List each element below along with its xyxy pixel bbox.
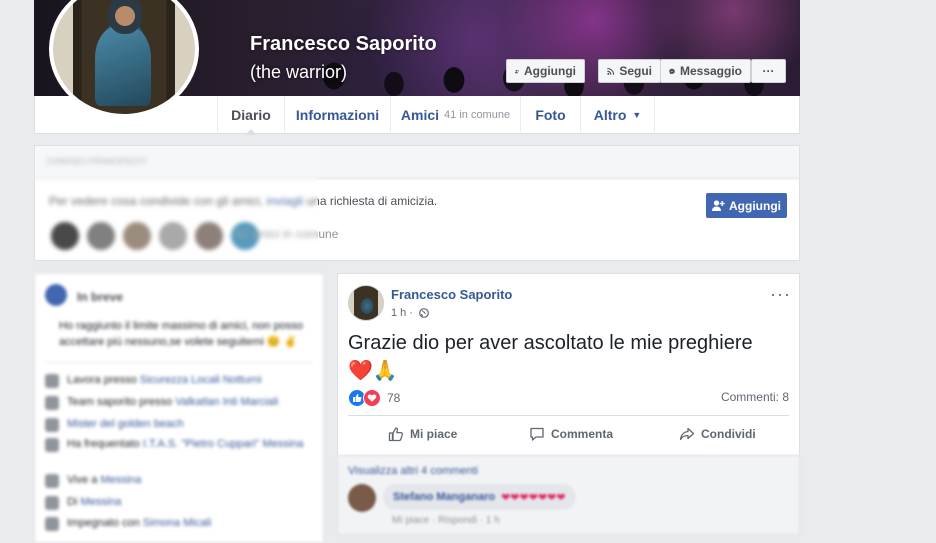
tab-timeline-label: Diario [231,107,271,123]
briefcase-icon [45,374,59,388]
intro-row-lives: Vive a Messina [45,474,315,488]
home-icon [45,474,59,488]
intro-row-work-2: Team saporito presso Valkatlan Inti Marc… [45,396,315,410]
comment-text: ❤❤❤❤❤❤❤ [501,491,566,504]
add-friend-button-secondary[interactable]: Aggiungi [706,193,787,218]
comment-actions[interactable]: Mi piace · Rispondi · 1 h [392,515,500,526]
post-emoji-line: ❤️🙏 [348,357,793,385]
post-timestamp[interactable]: 1 h [391,307,406,319]
intro-row-prefix: Team saporito presso [67,396,175,408]
globe-icon [419,308,429,318]
post-card: Francesco Saporito 1 h · ··· Grazie dio … [337,273,800,455]
add-friend-icon [712,200,725,211]
tab-friends[interactable]: Amici 41 in comune [390,96,520,134]
add-friend-icon [515,66,519,77]
tab-about-label: Informazioni [296,107,379,123]
like-label: Mi piace [410,427,457,441]
more-label: ··· [763,64,775,78]
post-options-button[interactable]: ··· [770,284,791,305]
profile-alias: (the warrior) [250,62,347,83]
know-person-box: CONOSCI FRANCESCO? Per vedere cosa condi… [34,145,800,261]
graduation-cap-icon [45,438,59,452]
intro-row-link[interactable]: I.T.A.S. "Pietro Cuppari" Messina [143,438,304,450]
more-options-button[interactable]: ··· [751,59,786,83]
intro-row-work-3: Mister del golden beach [45,418,315,432]
divider [45,362,313,363]
tab-friends-label: Amici [401,107,439,123]
divider [348,415,789,416]
view-more-comments-link[interactable]: Visualizza altri 4 commenti [348,465,478,477]
post-text-line: Grazie dio per aver ascoltato le mie pre… [348,329,793,357]
share-label: Condividi [701,427,756,441]
add-friend-label: Aggiungi [729,199,781,213]
comments-count[interactable]: Commenti: 8 [721,390,789,404]
comment-label: Commenta [551,427,613,441]
like-button[interactable]: Mi piace [388,422,457,446]
blur-overlay [35,146,318,261]
follow-label: Segui [619,64,652,78]
share-icon [679,426,695,442]
location-pin-icon [45,496,59,510]
message-button[interactable]: Messaggio [660,59,751,83]
heart-icon [45,517,59,531]
tab-photos-label: Foto [535,107,565,123]
share-button[interactable]: Condividi [679,422,756,446]
comments-section: Visualizza altri 4 commenti Stefano Mang… [337,455,800,535]
meta-separator: · [409,307,413,319]
tab-more-label: Altro [594,107,627,123]
intro-row-prefix: Impegnato con [67,517,143,529]
commenter-name[interactable]: Stefano Manganaro [393,491,495,503]
comment-button[interactable]: Commenta [529,422,613,446]
commenter-avatar[interactable] [348,484,376,512]
briefcase-icon [45,418,59,432]
intro-row-link[interactable]: Messina [100,474,141,486]
comment-icon [529,426,545,442]
post-text: Grazie dio per aver ascoltato le mie pre… [348,329,793,385]
add-friend-label: Aggiungi [524,64,576,78]
intro-row-from: Di Messina [45,496,315,510]
comment-bubble: Stefano Manganaro ❤❤❤❤❤❤❤ [383,484,576,510]
intro-row-prefix: Di [67,496,80,508]
intro-row-work: Lavora presso Sicurezza Locali Notturni [45,374,315,388]
reactions-summary[interactable]: 78 [348,389,400,407]
messenger-icon [669,65,675,78]
tab-photos[interactable]: Foto [520,96,580,134]
intro-row-prefix: Vive a [67,474,100,486]
intro-row-link[interactable]: Mister del golden beach [67,418,184,430]
post-author-avatar[interactable] [348,285,384,321]
globe-icon [45,284,67,306]
briefcase-icon [45,396,59,410]
thumbs-up-icon [388,426,404,442]
intro-row-prefix: Lavora presso [67,374,140,386]
add-friend-button[interactable]: Aggiungi [506,59,585,83]
caret-down-icon: ▼ [632,110,641,120]
tab-timeline[interactable]: Diario [217,96,284,134]
rss-icon [607,66,614,77]
send-request-suffix: una richiesta di amicizia. [303,194,437,208]
tab-about[interactable]: Informazioni [284,96,390,134]
profile-picture-image [53,0,195,114]
intro-title: In breve [77,290,123,304]
post-meta: 1 h · [391,307,429,319]
profile-name[interactable]: Francesco Saporito [250,33,437,56]
intro-row-link[interactable]: Messina [80,496,121,508]
post-author-name[interactable]: Francesco Saporito [391,287,512,302]
tab-more[interactable]: Altro ▼ [580,96,655,134]
follow-button[interactable]: Segui [598,59,661,83]
intro-row-link[interactable]: Sicurezza Locali Notturni [140,374,262,386]
intro-card: In breve Ho raggiunto il limite massimo … [34,273,324,543]
intro-row-link[interactable]: Valkatlan Inti Marciali [175,396,278,408]
reaction-count: 78 [387,391,400,405]
intro-bio: Ho raggiunto il limite massimo di amici,… [59,318,315,350]
tab-friends-mutual: 41 in comune [444,109,510,121]
intro-row-relationship: Impegnato con Simona Micali [45,517,315,531]
intro-row-education: Ha frequentato I.T.A.S. "Pietro Cuppari"… [45,438,315,452]
intro-row-prefix: Ha frequentato [67,438,143,450]
message-label: Messaggio [680,64,742,78]
love-reaction-icon [363,389,381,407]
intro-row-link[interactable]: Simona Micali [143,517,211,529]
